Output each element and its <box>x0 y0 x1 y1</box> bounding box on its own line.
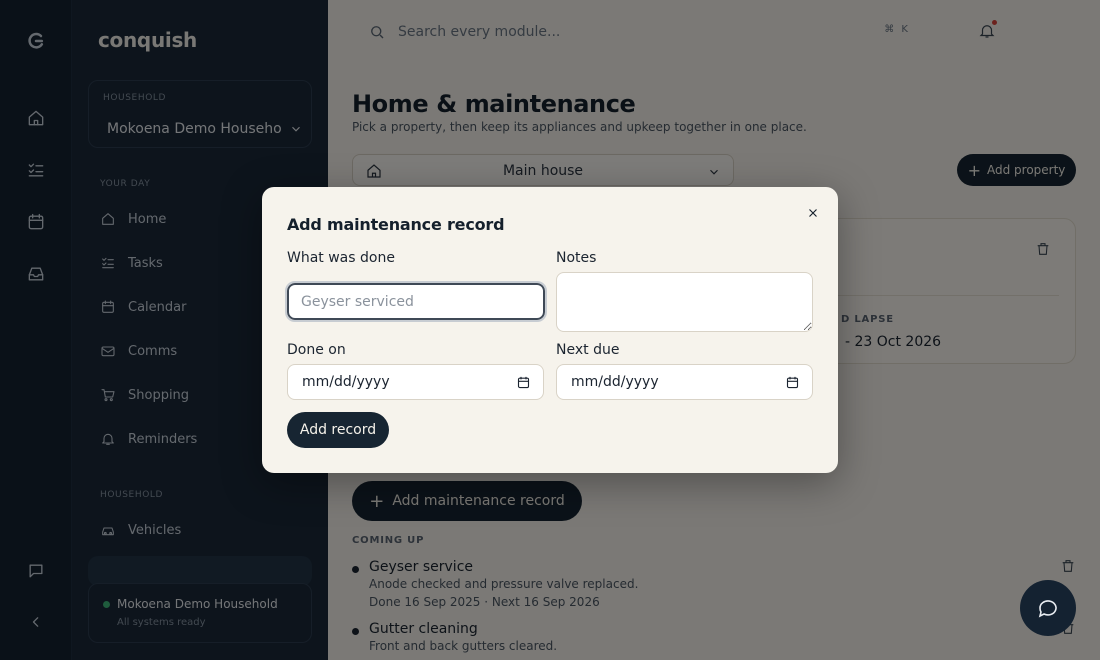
what-label: What was done <box>287 250 395 266</box>
date-placeholder: mm/dd/yyyy <box>571 374 659 390</box>
next-due-label: Next due <box>556 342 620 358</box>
calendar-icon[interactable] <box>785 375 800 390</box>
close-icon[interactable] <box>806 205 820 219</box>
done-on-label: Done on <box>287 342 346 358</box>
calendar-icon[interactable] <box>516 375 531 390</box>
notes-label: Notes <box>556 250 597 266</box>
chat-icon <box>1038 600 1057 618</box>
next-due-field[interactable]: mm/dd/yyyy <box>556 364 813 400</box>
done-on-field[interactable]: mm/dd/yyyy <box>287 364 544 400</box>
chat-fab[interactable] <box>1020 580 1076 636</box>
dialog-title: Add maintenance record <box>287 215 505 234</box>
add-maintenance-dialog: Add maintenance record What was done Not… <box>262 187 838 473</box>
date-placeholder: mm/dd/yyyy <box>302 374 390 390</box>
what-field[interactable] <box>285 281 547 322</box>
notes-field[interactable] <box>556 272 813 332</box>
add-record-button[interactable]: Add record <box>287 412 389 448</box>
